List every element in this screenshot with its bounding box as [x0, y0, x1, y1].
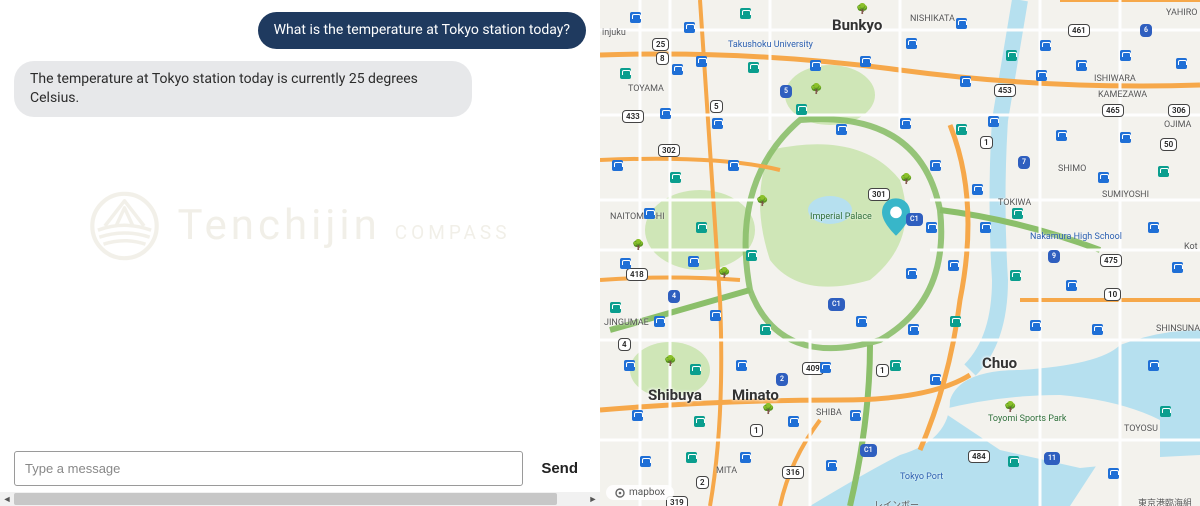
- chat-panel: What is the temperature at Tokyo station…: [0, 0, 600, 506]
- chat-messages: What is the temperature at Tokyo station…: [0, 0, 600, 451]
- brand-logo-icon: [90, 191, 160, 261]
- chat-row-assistant: The temperature at Tokyo station today i…: [14, 61, 586, 117]
- scroll-track[interactable]: [14, 492, 586, 506]
- chat-row-user: What is the temperature at Tokyo station…: [14, 12, 586, 49]
- assistant-message: The temperature at Tokyo station today i…: [14, 61, 472, 117]
- user-message: What is the temperature at Tokyo station…: [258, 12, 586, 49]
- chat-input[interactable]: [14, 451, 523, 486]
- scroll-left-arrow-icon[interactable]: ◄: [0, 492, 14, 506]
- mapbox-logo-icon: [615, 488, 625, 498]
- map-attribution-text: mapbox: [629, 487, 665, 498]
- map-pin-icon[interactable]: [882, 198, 910, 236]
- brand-watermark: Tenchijin COMPASS: [90, 191, 511, 261]
- brand-name: Tenchijin: [178, 201, 381, 250]
- send-button[interactable]: Send: [533, 451, 586, 486]
- scroll-right-arrow-icon[interactable]: ►: [586, 492, 600, 506]
- chat-input-row: Send: [0, 451, 600, 492]
- horizontal-scrollbar[interactable]: ◄ ►: [0, 492, 600, 506]
- map-canvas[interactable]: [600, 0, 1200, 506]
- map-panel[interactable]: BunkyoShibuyaMinatoChuo injukuNISHIKATAT…: [600, 0, 1200, 506]
- scroll-thumb[interactable]: [14, 493, 557, 505]
- brand-subtitle: COMPASS: [395, 221, 511, 244]
- map-attribution[interactable]: mapbox: [606, 485, 674, 500]
